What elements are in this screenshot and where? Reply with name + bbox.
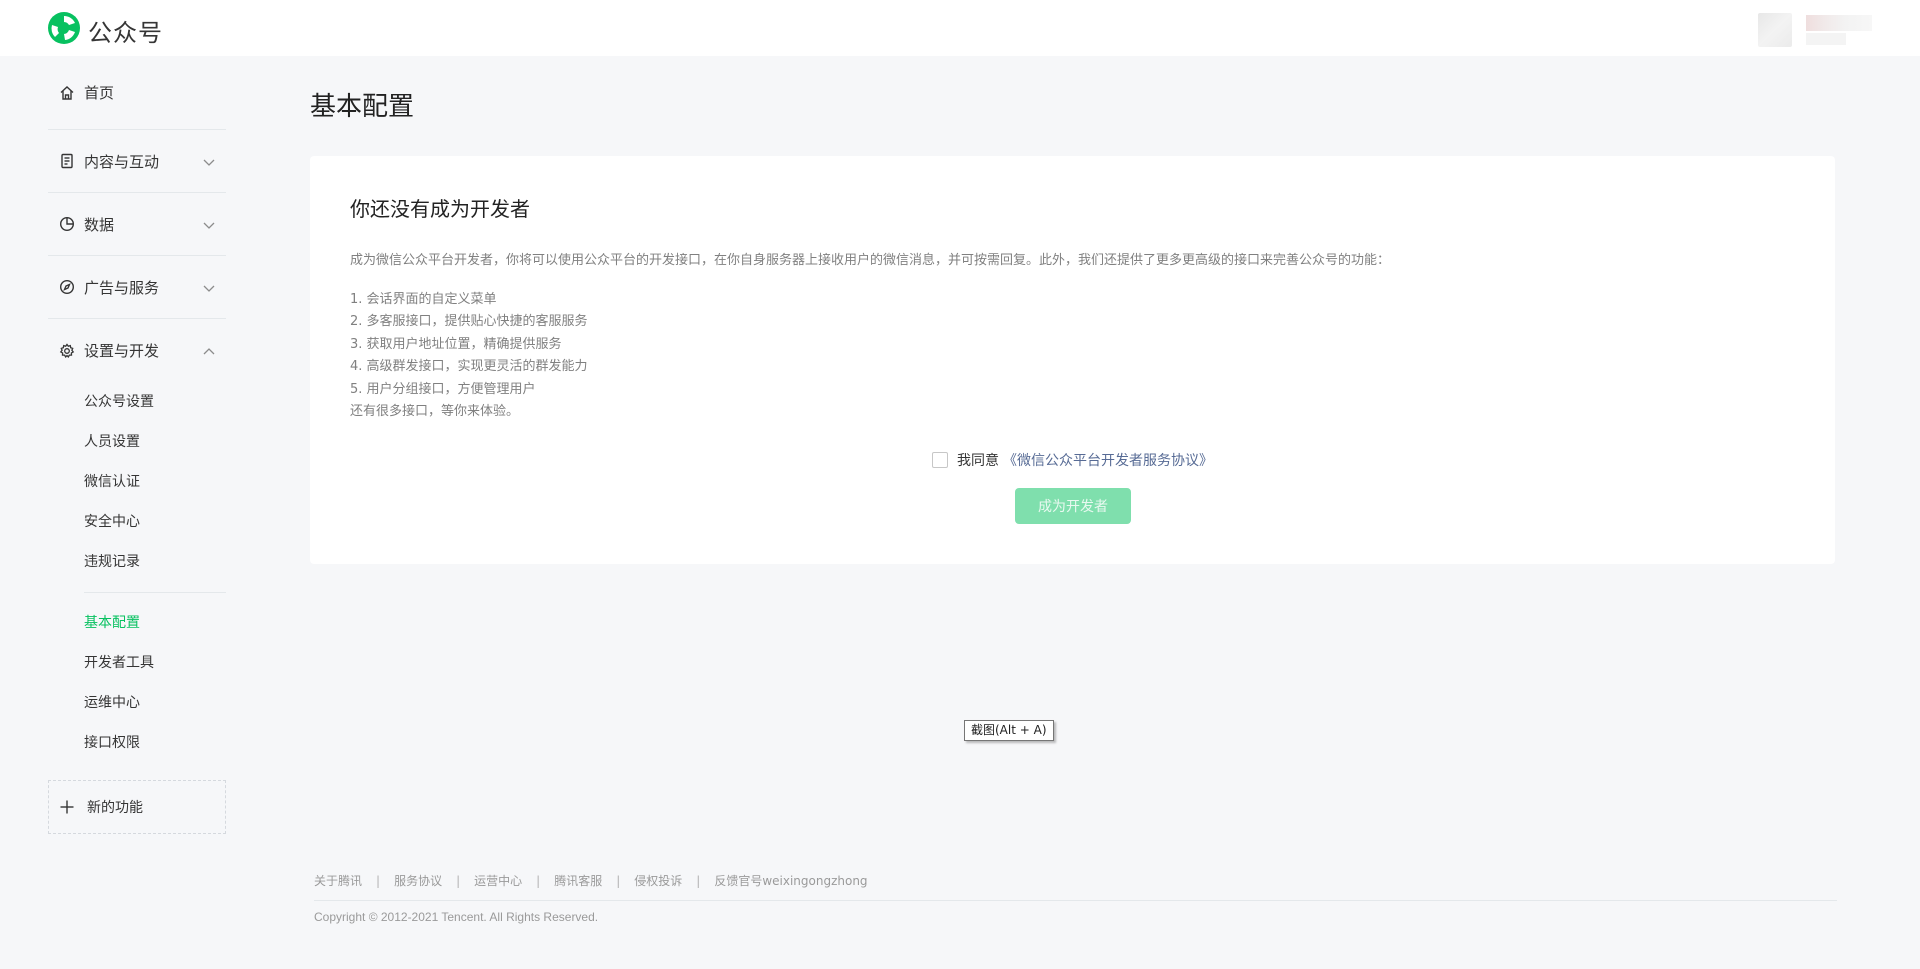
dev-submenu: 基本配置 开发者工具 运维中心 接口权限 (48, 603, 226, 763)
agree-label: 我同意 (957, 453, 999, 469)
sidebar-group-data[interactable]: 数据 (48, 193, 226, 256)
account-avatar[interactable] (1758, 13, 1792, 47)
sidebar-item-label: 首页 (84, 84, 115, 102)
sidebar-item-home[interactable]: 首页 (48, 56, 226, 130)
top-header: 公众号 (0, 0, 1920, 56)
sidebar-item-developer-tools[interactable]: 开发者工具 (84, 643, 226, 683)
footer-link-service-agreement[interactable]: 服务协议 (394, 872, 442, 889)
plus-icon (59, 799, 75, 815)
account-subname-blurred (1806, 33, 1846, 45)
footer-separator: | (696, 873, 701, 888)
settings-submenu: 公众号设置 人员设置 微信认证 安全中心 违规记录 (48, 382, 226, 582)
agree-checkbox[interactable] (932, 452, 948, 468)
sidebar-item-wechat-verification[interactable]: 微信认证 (84, 462, 226, 502)
gear-icon (58, 342, 76, 360)
copyright: Copyright © 2012-2021 Tencent. All Right… (314, 910, 599, 924)
chevron-down-icon (202, 154, 216, 168)
footer-link-support[interactable]: 腾讯客服 (554, 872, 602, 889)
pie-chart-icon (58, 215, 76, 233)
list-item: 4. 高级群发接口，实现更灵活的群发能力 (350, 359, 588, 375)
card-title: 你还没有成为开发者 (350, 197, 530, 221)
sidebar: 首页 内容与互动 数据 广告与服务 设置与开发 公众号设置 人员设置 微信认证 … (48, 56, 226, 834)
sidebar-item-security-center[interactable]: 安全中心 (84, 502, 226, 542)
list-item: 还有很多接口，等你来体验。 (350, 403, 520, 419)
sidebar-item-basic-config[interactable]: 基本配置 (84, 603, 226, 643)
sidebar-group-label: 内容与互动 (84, 152, 160, 171)
footer-separator: | (536, 873, 541, 888)
footer-separator: | (616, 873, 621, 888)
become-developer-button[interactable]: 成为开发者 (1015, 488, 1131, 524)
footer-separator: | (376, 873, 381, 888)
sidebar-item-violation-records[interactable]: 违规记录 (84, 542, 226, 582)
chevron-up-icon (202, 344, 216, 358)
footer-link-infringement[interactable]: 侵权投诉 (634, 872, 682, 889)
feature-list: 1. 会话界面的自定义菜单 2. 多客服接口，提供贴心快捷的客服服务 3. 获取… (350, 289, 588, 423)
compass-icon (58, 278, 76, 296)
wechat-official-account-logo-icon (46, 10, 82, 50)
agreement-link[interactable]: 《微信公众平台开发者服务协议》 (1003, 450, 1213, 470)
developer-card: 你还没有成为开发者 成为微信公众平台开发者，你将可以使用公众平台的开发接口，在你… (310, 156, 1835, 564)
sidebar-group-label: 设置与开发 (84, 342, 160, 360)
list-item: 5. 用户分组接口，方便管理用户 (350, 381, 536, 397)
screenshot-tooltip: 截图(Alt + A) (964, 720, 1054, 741)
sidebar-item-api-permissions[interactable]: 接口权限 (84, 723, 226, 763)
new-features-button[interactable]: 新的功能 (48, 780, 226, 834)
footer-separator: | (456, 873, 461, 888)
page-title: 基本配置 (310, 92, 415, 122)
sidebar-group-ads[interactable]: 广告与服务 (48, 256, 226, 319)
document-icon (58, 152, 76, 170)
footer-links: 关于腾讯 | 服务协议 | 运营中心 | 腾讯客服 | 侵权投诉 | 反馈官号w… (314, 872, 868, 889)
sidebar-group-content[interactable]: 内容与互动 (48, 130, 226, 193)
sidebar-group-label: 广告与服务 (84, 278, 160, 297)
chevron-down-icon (202, 280, 216, 294)
footer-link-about[interactable]: 关于腾讯 (314, 872, 362, 889)
sidebar-item-ops-center[interactable]: 运维中心 (84, 683, 226, 723)
new-features-label: 新的功能 (87, 800, 143, 816)
footer-link-feedback[interactable]: 反馈官号weixingongzhong (714, 872, 867, 889)
footer-link-ops-center[interactable]: 运营中心 (474, 872, 522, 889)
brand-name: 公众号 (88, 18, 163, 47)
footer-divider (314, 900, 1837, 901)
sidebar-group-settings[interactable]: 设置与开发 (48, 319, 226, 382)
sidebar-group-label: 数据 (84, 215, 115, 234)
list-item: 2. 多客服接口，提供贴心快捷的客服服务 (350, 314, 588, 330)
submenu-divider (84, 592, 226, 593)
sidebar-item-personnel-settings[interactable]: 人员设置 (84, 422, 226, 462)
list-item: 3. 获取用户地址位置，精确提供服务 (350, 336, 562, 352)
brand-logo[interactable]: 公众号 (46, 10, 163, 50)
chevron-down-icon (202, 217, 216, 231)
card-description: 成为微信公众平台开发者，你将可以使用公众平台的开发接口，在你自身服务器上接收用户… (350, 253, 1391, 268)
home-icon (58, 84, 76, 102)
sidebar-item-account-settings[interactable]: 公众号设置 (84, 382, 226, 422)
account-name-blurred[interactable] (1806, 15, 1872, 31)
list-item: 1. 会话界面的自定义菜单 (350, 292, 497, 307)
agreement-row: 我同意 《微信公众平台开发者服务协议》 (932, 450, 1213, 470)
